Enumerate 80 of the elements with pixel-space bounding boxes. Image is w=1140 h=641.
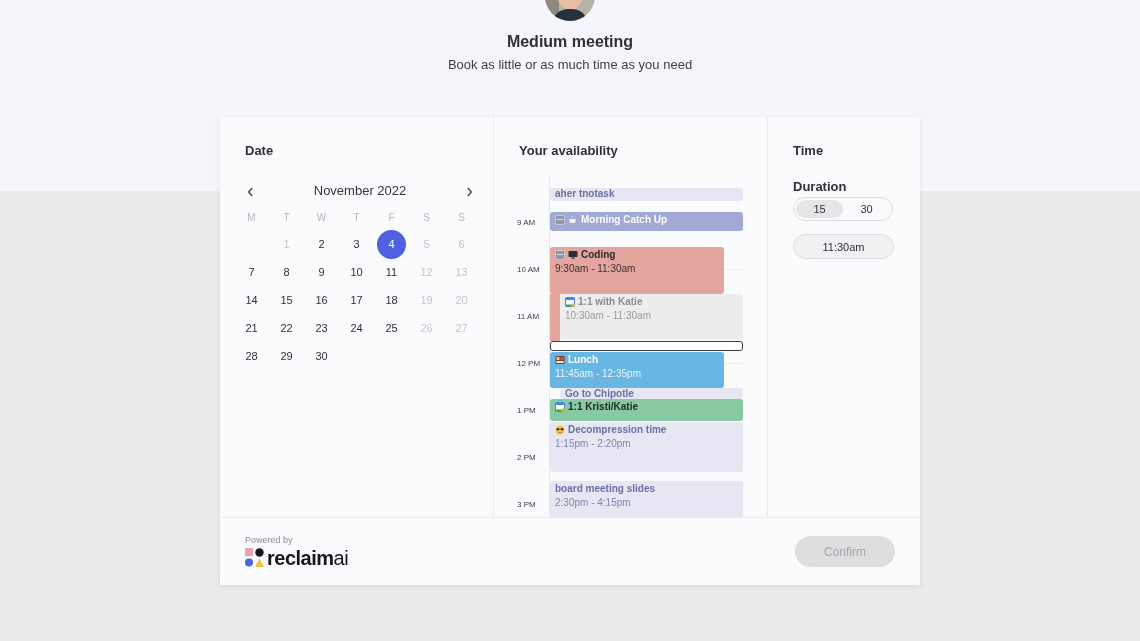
event-time: 2:30pm - 4:15pm <box>555 496 632 509</box>
calendar-day[interactable]: 7 <box>236 258 267 286</box>
calendar-day[interactable]: 8 <box>271 258 302 286</box>
calendar-day[interactable]: 30 <box>306 342 337 370</box>
bento-icon <box>555 355 565 365</box>
computer-icon <box>568 250 578 260</box>
calendar-day[interactable]: 17 <box>341 286 372 314</box>
event-time: 1:15pm - 2:20pm <box>555 437 632 450</box>
calendar-event[interactable]: 1:1 Kristi/Katie <box>550 399 743 421</box>
hour-label: 11 AM <box>517 311 540 321</box>
sunglasses-face-icon <box>555 425 565 435</box>
calendar-day[interactable]: 4 <box>377 229 406 259</box>
event-title: Lunch <box>568 354 598 366</box>
calendar-event[interactable]: aher tnotask <box>550 188 743 201</box>
event-title: 1:1 with Katie <box>578 296 643 308</box>
event-title: Decompression time <box>568 424 667 436</box>
weekday-label: T <box>282 210 291 225</box>
calendar-day[interactable]: 22 <box>271 314 302 342</box>
calendar-day[interactable]: 2 <box>306 230 337 258</box>
duration-label: Duration <box>793 179 848 195</box>
hour-label: 9 AM <box>517 217 536 227</box>
selected-time-slot[interactable] <box>550 341 743 351</box>
calendar-event[interactable]: board meeting slides 2:30pm - 4:15pm <box>550 481 743 517</box>
event-title: Go to Chipotle <box>565 388 634 399</box>
calendar-day[interactable]: 15 <box>271 286 302 314</box>
event-time: 10:30am - 11:30am <box>565 309 652 322</box>
calendar-day[interactable]: 9 <box>306 258 337 286</box>
calendar-day[interactable]: 14 <box>236 286 267 314</box>
calendar-day[interactable]: 10 <box>341 258 372 286</box>
calendar-day[interactable]: 28 <box>236 342 267 370</box>
calendar-icon <box>555 250 565 260</box>
event-title: aher tnotask <box>555 188 615 200</box>
calendar-icon <box>555 402 565 412</box>
availability-heading: Your availability <box>519 143 619 159</box>
calendar-day[interactable]: 16 <box>306 286 337 314</box>
time-heading: Time <box>793 143 825 159</box>
weekday-label: S <box>457 210 466 225</box>
duration-option[interactable]: 15 <box>796 200 843 218</box>
event-title: board meeting slides <box>555 483 656 495</box>
time-slot-button[interactable]: 11:30am <box>793 234 894 259</box>
event-time: 9:30am - 11:30am <box>555 262 637 275</box>
hour-label: 3 PM <box>517 499 536 509</box>
calendar-day[interactable]: 25 <box>376 314 407 342</box>
calendar-day[interactable]: 23 <box>306 314 337 342</box>
hour-label: 2 PM <box>517 452 536 462</box>
calendar-event-edge <box>550 294 560 341</box>
date-heading: Date <box>245 143 275 159</box>
event-title: Coding <box>581 249 616 261</box>
calendar-day[interactable]: 11 <box>376 258 407 286</box>
event-title: 1:1 Kristi/Katie <box>568 401 639 413</box>
event-title: Morning Catch Up <box>581 214 668 226</box>
weekday-label: F <box>387 210 396 225</box>
logo-icon <box>245 548 264 567</box>
calendar-icon <box>565 297 575 307</box>
calendar-icon <box>555 215 565 225</box>
month-label: November 2022 <box>313 182 407 198</box>
weekday-label: W <box>315 210 328 225</box>
next-month-button[interactable]: › <box>464 182 475 198</box>
calendar-event[interactable]: Coding 9:30am - 11:30am <box>550 247 724 294</box>
calendar-day[interactable]: 3 <box>341 230 372 258</box>
calendar-day[interactable]: 21 <box>236 314 267 342</box>
calendar-day[interactable]: 29 <box>271 342 302 370</box>
calendar-day[interactable]: 18 <box>376 286 407 314</box>
event-time: 11:45am - 12:35pm <box>555 367 642 380</box>
powered-by-label: Powered by <box>245 534 294 545</box>
hour-label: 10 AM <box>517 264 540 274</box>
meeting-title: Medium meeting <box>506 33 634 51</box>
calendar-day[interactable]: 24 <box>341 314 372 342</box>
cup-icon <box>568 215 578 225</box>
meeting-subtitle: Book as little or as much time as you need <box>447 57 693 72</box>
weekday-label: M <box>246 210 257 225</box>
hour-label: 1 PM <box>517 405 536 415</box>
calendar-event[interactable]: Go to Chipotle <box>560 388 743 399</box>
brand-wordmark: reclaimai <box>267 546 349 569</box>
duration-option[interactable]: 30 <box>843 200 890 218</box>
previous-month-button[interactable]: ‹ <box>245 182 256 198</box>
calendar-event[interactable]: Decompression time 1:15pm - 2:20pm <box>550 422 743 472</box>
weekday-label: S <box>422 210 431 225</box>
hour-label: 12 PM <box>517 358 541 368</box>
weekday-label: T <box>352 210 361 225</box>
